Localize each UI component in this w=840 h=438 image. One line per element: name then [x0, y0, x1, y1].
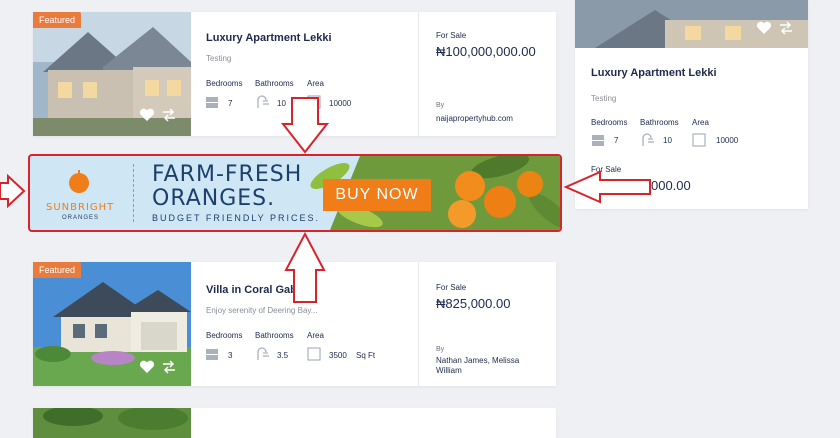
arrow-right-icon [0, 173, 26, 209]
arrow-up-icon [284, 231, 326, 303]
annotation-arrows [0, 97, 651, 303]
arrow-down-icon [280, 97, 330, 154]
arrow-left-icon [563, 170, 651, 204]
